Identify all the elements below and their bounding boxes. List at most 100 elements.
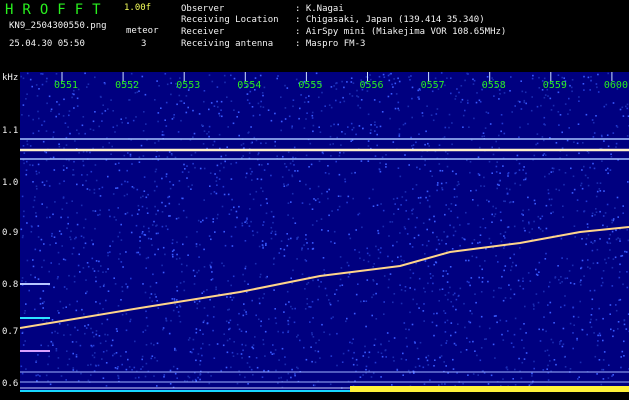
spectrogram-background (20, 72, 629, 400)
noise-speck (381, 355, 384, 358)
noise-speck (374, 361, 377, 364)
noise-speck (458, 294, 460, 297)
noise-speck (214, 173, 216, 175)
noise-speck (46, 77, 48, 80)
noise-speck (513, 333, 516, 336)
noise-speck (375, 245, 377, 248)
noise-speck (569, 109, 571, 111)
noise-speck (25, 169, 28, 171)
noise-speck (596, 373, 598, 375)
noise-speck (400, 358, 403, 360)
noise-speck (371, 314, 373, 317)
noise-speck (228, 308, 230, 311)
noise-speck (579, 281, 582, 283)
noise-speck (403, 226, 406, 228)
noise-speck (56, 332, 59, 334)
noise-speck (35, 170, 38, 173)
noise-speck (23, 162, 25, 165)
noise-speck (592, 121, 595, 124)
noise-speck (164, 253, 166, 256)
noise-speck (115, 187, 117, 189)
noise-speck (625, 328, 628, 330)
noise-speck (50, 340, 53, 343)
noise-speck (32, 259, 34, 261)
noise-speck (155, 168, 158, 171)
noise-speck (593, 167, 596, 170)
noise-speck (493, 315, 496, 317)
noise-speck (209, 298, 211, 301)
noise-speck (392, 356, 395, 359)
noise-speck (546, 368, 548, 370)
noise-speck (404, 286, 407, 288)
noise-speck (232, 355, 235, 357)
noise-speck (126, 211, 129, 214)
noise-speck (203, 290, 205, 293)
noise-speck (173, 298, 176, 300)
noise-speck (64, 122, 67, 124)
noise-speck (238, 312, 240, 315)
noise-speck (352, 82, 355, 84)
noise-speck (222, 185, 225, 188)
noise-speck (272, 263, 275, 265)
noise-speck (141, 358, 143, 361)
noise-speck (466, 280, 469, 283)
noise-speck (524, 91, 527, 94)
noise-speck (466, 72, 468, 75)
noise-speck (143, 176, 146, 178)
noise-speck (359, 376, 362, 378)
noise-speck (398, 133, 401, 135)
noise-speck (26, 93, 28, 95)
noise-speck (522, 220, 524, 222)
noise-speck (411, 116, 413, 119)
noise-speck (143, 225, 145, 228)
noise-speck (394, 203, 396, 205)
noise-speck (464, 326, 466, 329)
noise-speck (171, 298, 174, 300)
noise-speck (51, 232, 53, 235)
noise-speck (358, 212, 361, 215)
noise-speck (391, 260, 394, 263)
noise-speck (158, 155, 160, 157)
noise-speck (623, 355, 625, 357)
noise-speck (596, 248, 599, 251)
noise-speck (466, 99, 469, 102)
noise-speck (365, 368, 367, 371)
noise-speck (270, 210, 273, 213)
noise-speck (314, 361, 317, 364)
noise-speck (544, 154, 547, 156)
noise-speck (138, 209, 140, 211)
noise-speck (173, 116, 175, 119)
noise-speck (421, 244, 424, 246)
noise-speck (175, 349, 177, 352)
noise-speck (531, 228, 533, 230)
noise-speck (417, 358, 420, 360)
noise-speck (606, 134, 609, 136)
noise-speck (480, 315, 483, 318)
noise-speck (252, 344, 255, 346)
noise-speck (141, 365, 144, 368)
noise-speck (258, 318, 260, 321)
noise-speck (288, 301, 290, 303)
noise-speck (498, 134, 500, 137)
noise-speck (172, 365, 175, 368)
noise-speck (156, 385, 158, 387)
noise-speck (279, 248, 282, 250)
noise-speck (494, 213, 497, 215)
noise-speck (304, 288, 306, 290)
noise-speck (465, 211, 467, 214)
noise-speck (62, 115, 65, 117)
noise-speck (199, 329, 201, 331)
time-label: 0557 (421, 80, 445, 91)
noise-speck (106, 318, 109, 321)
noise-speck (238, 134, 240, 137)
noise-speck (607, 145, 610, 148)
noise-speck (390, 93, 393, 95)
info-label-receiver: Receiver (181, 27, 225, 37)
noise-speck (274, 145, 276, 147)
noise-speck (194, 166, 196, 169)
noise-speck (288, 115, 291, 118)
noise-speck (86, 290, 88, 293)
noise-speck (626, 103, 629, 106)
noise-speck (225, 320, 228, 323)
noise-speck (67, 126, 69, 128)
